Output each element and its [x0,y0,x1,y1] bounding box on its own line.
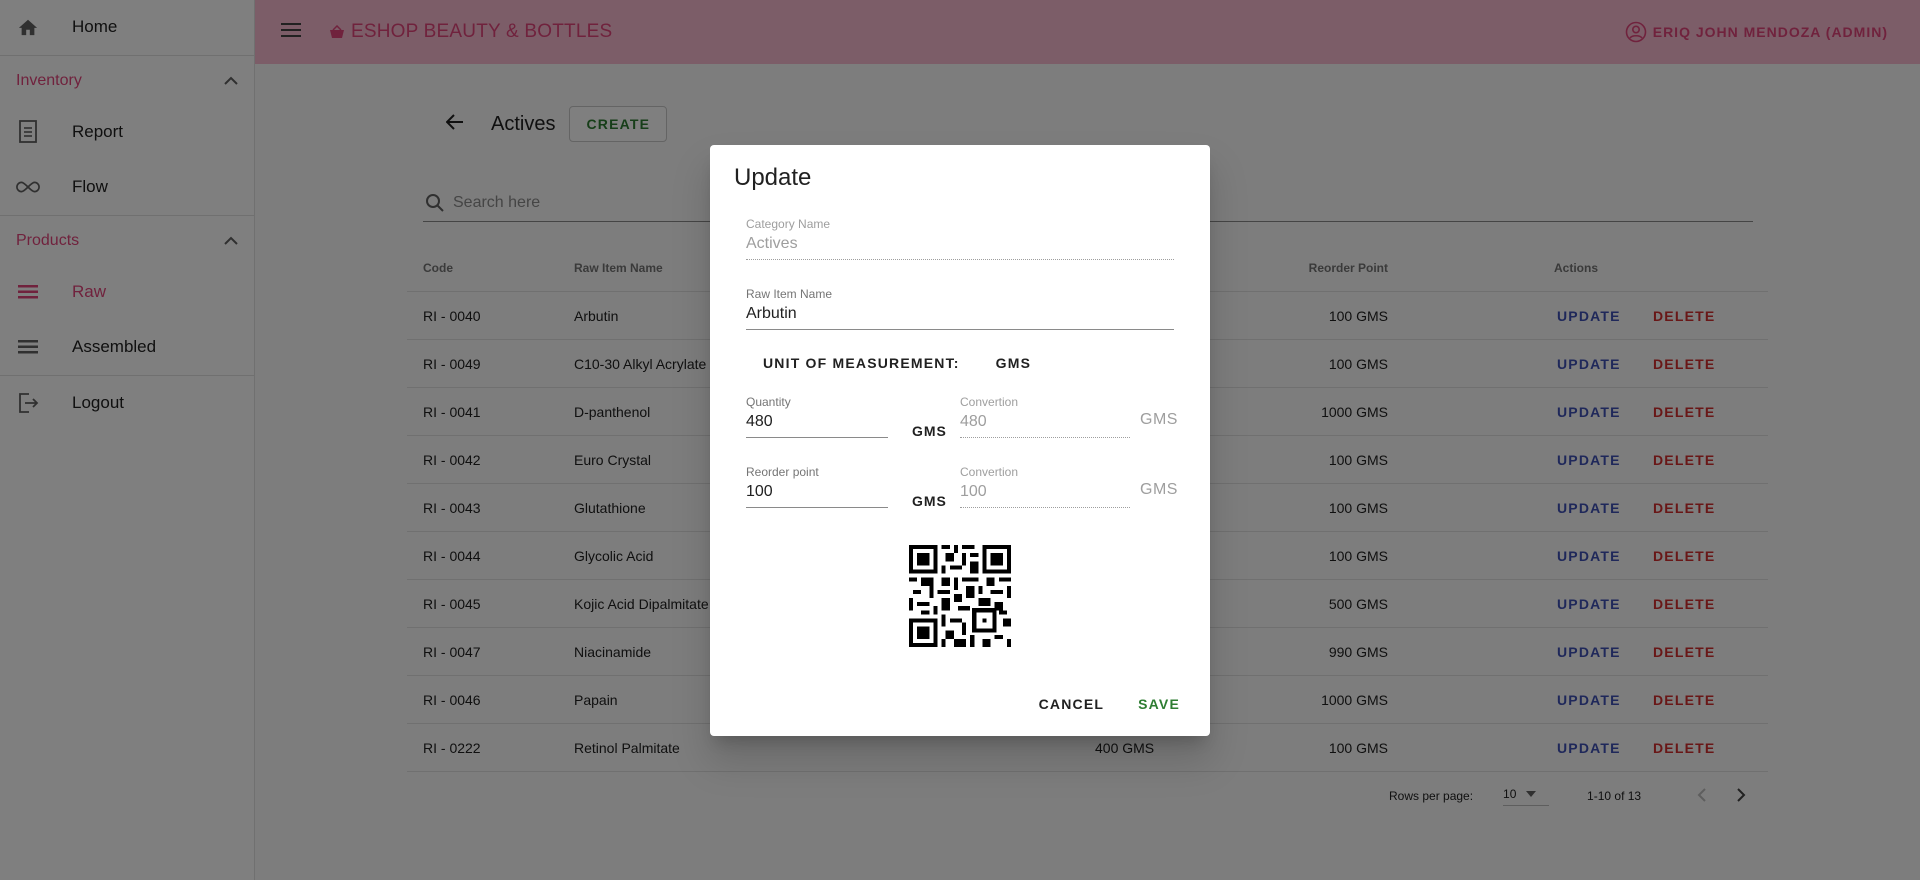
update-dialog: Update Category Name Actives Raw Item Na… [710,145,1210,736]
quantity-field[interactable]: Quantity 480 [746,395,888,438]
uom-value: GMS [995,355,1032,371]
reorder-point-field[interactable]: Reorder point 100 [746,465,888,508]
reorder-convertion-value: 100 [960,483,1130,508]
quantity-input[interactable]: 480 [746,413,888,438]
quantity-convertion-value: 480 [960,413,1130,438]
dialog-actions: CANCEL SAVE [1015,688,1190,720]
field-label: Convertion [960,395,1019,409]
field-label: Quantity [746,395,791,409]
category-name-field: Category Name Actives [746,217,1174,260]
quantity-convertion-unit: GMS [1140,411,1178,428]
save-button[interactable]: SAVE [1128,688,1190,720]
field-label: Reorder point [746,465,819,479]
cancel-button[interactable]: CANCEL [1029,688,1115,720]
quantity-convertion-field: Convertion 480 [960,395,1130,438]
field-label: Convertion [960,465,1019,479]
reorder-point-input[interactable]: 100 [746,483,888,508]
dialog-title: Update [734,164,812,191]
field-label: Raw Item Name [746,287,833,301]
reorder-convertion-field: Convertion 100 [960,465,1130,508]
reorder-point-unit: GMS [912,493,947,509]
reorder-convertion-unit: GMS [1140,481,1178,498]
field-label: Category Name [746,217,831,231]
raw-item-name-field[interactable]: Raw Item Name Arbutin [746,287,1174,330]
uom-label: UNIT OF MEASUREMENT: [763,355,960,371]
qr-code-image [909,545,1011,647]
quantity-unit: GMS [912,423,947,439]
unit-of-measurement: UNIT OF MEASUREMENT: GMS [763,355,1031,371]
category-name-value: Actives [746,235,1174,260]
raw-item-name-input[interactable]: Arbutin [746,305,1174,330]
